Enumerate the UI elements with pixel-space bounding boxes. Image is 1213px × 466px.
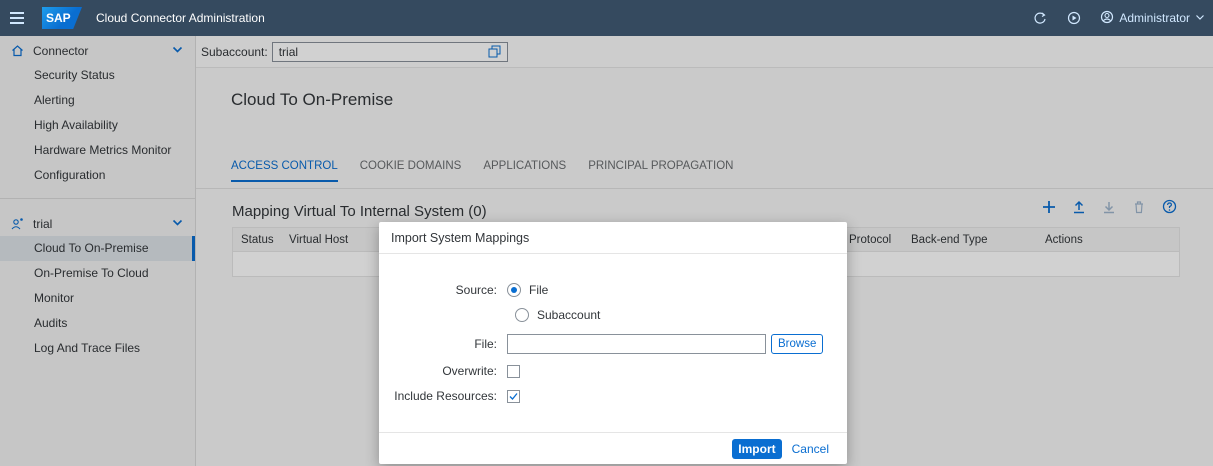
source-file-radio[interactable] <box>507 283 521 297</box>
overwrite-row: Overwrite: <box>379 364 520 378</box>
app-title: Cloud Connector Administration <box>96 11 265 25</box>
source-row: Source: File <box>379 283 548 297</box>
dialog-footer: Import Cancel <box>379 432 847 464</box>
overwrite-label: Overwrite: <box>442 364 497 378</box>
user-menu[interactable]: Administrator <box>1100 10 1205 27</box>
import-button[interactable]: Import <box>732 438 782 459</box>
dialog-title: Import System Mappings <box>379 222 847 254</box>
file-row: File: Browse <box>379 334 824 354</box>
checkmark-icon <box>509 392 518 400</box>
sap-logo: SAP <box>42 7 82 29</box>
play-icon[interactable] <box>1066 10 1082 26</box>
chevron-down-icon <box>1195 11 1205 25</box>
shell-bar: SAP Cloud Connector Administration Admin… <box>0 0 1213 36</box>
overwrite-checkbox[interactable] <box>507 364 520 378</box>
file-path-input[interactable] <box>507 334 766 354</box>
source-subaccount-label[interactable]: Subaccount <box>537 308 600 322</box>
browse-button[interactable]: Browse <box>771 334 824 354</box>
include-resources-label: Include Resources: <box>394 389 497 403</box>
user-icon <box>1100 10 1114 27</box>
source-subaccount-radio[interactable] <box>515 308 529 322</box>
import-dialog: Import System Mappings Source: File Suba… <box>379 222 847 464</box>
refresh-icon[interactable] <box>1032 10 1048 26</box>
user-name: Administrator <box>1119 11 1190 25</box>
menu-icon[interactable] <box>0 0 34 36</box>
source-subaccount-row: Subaccount <box>515 308 600 322</box>
include-resources-checkbox[interactable] <box>507 389 520 403</box>
file-label: File: <box>474 337 497 351</box>
source-file-label[interactable]: File <box>529 283 548 297</box>
include-resources-row: Include Resources: <box>379 389 520 403</box>
source-label: Source: <box>455 283 497 297</box>
cancel-button[interactable]: Cancel <box>792 442 829 456</box>
